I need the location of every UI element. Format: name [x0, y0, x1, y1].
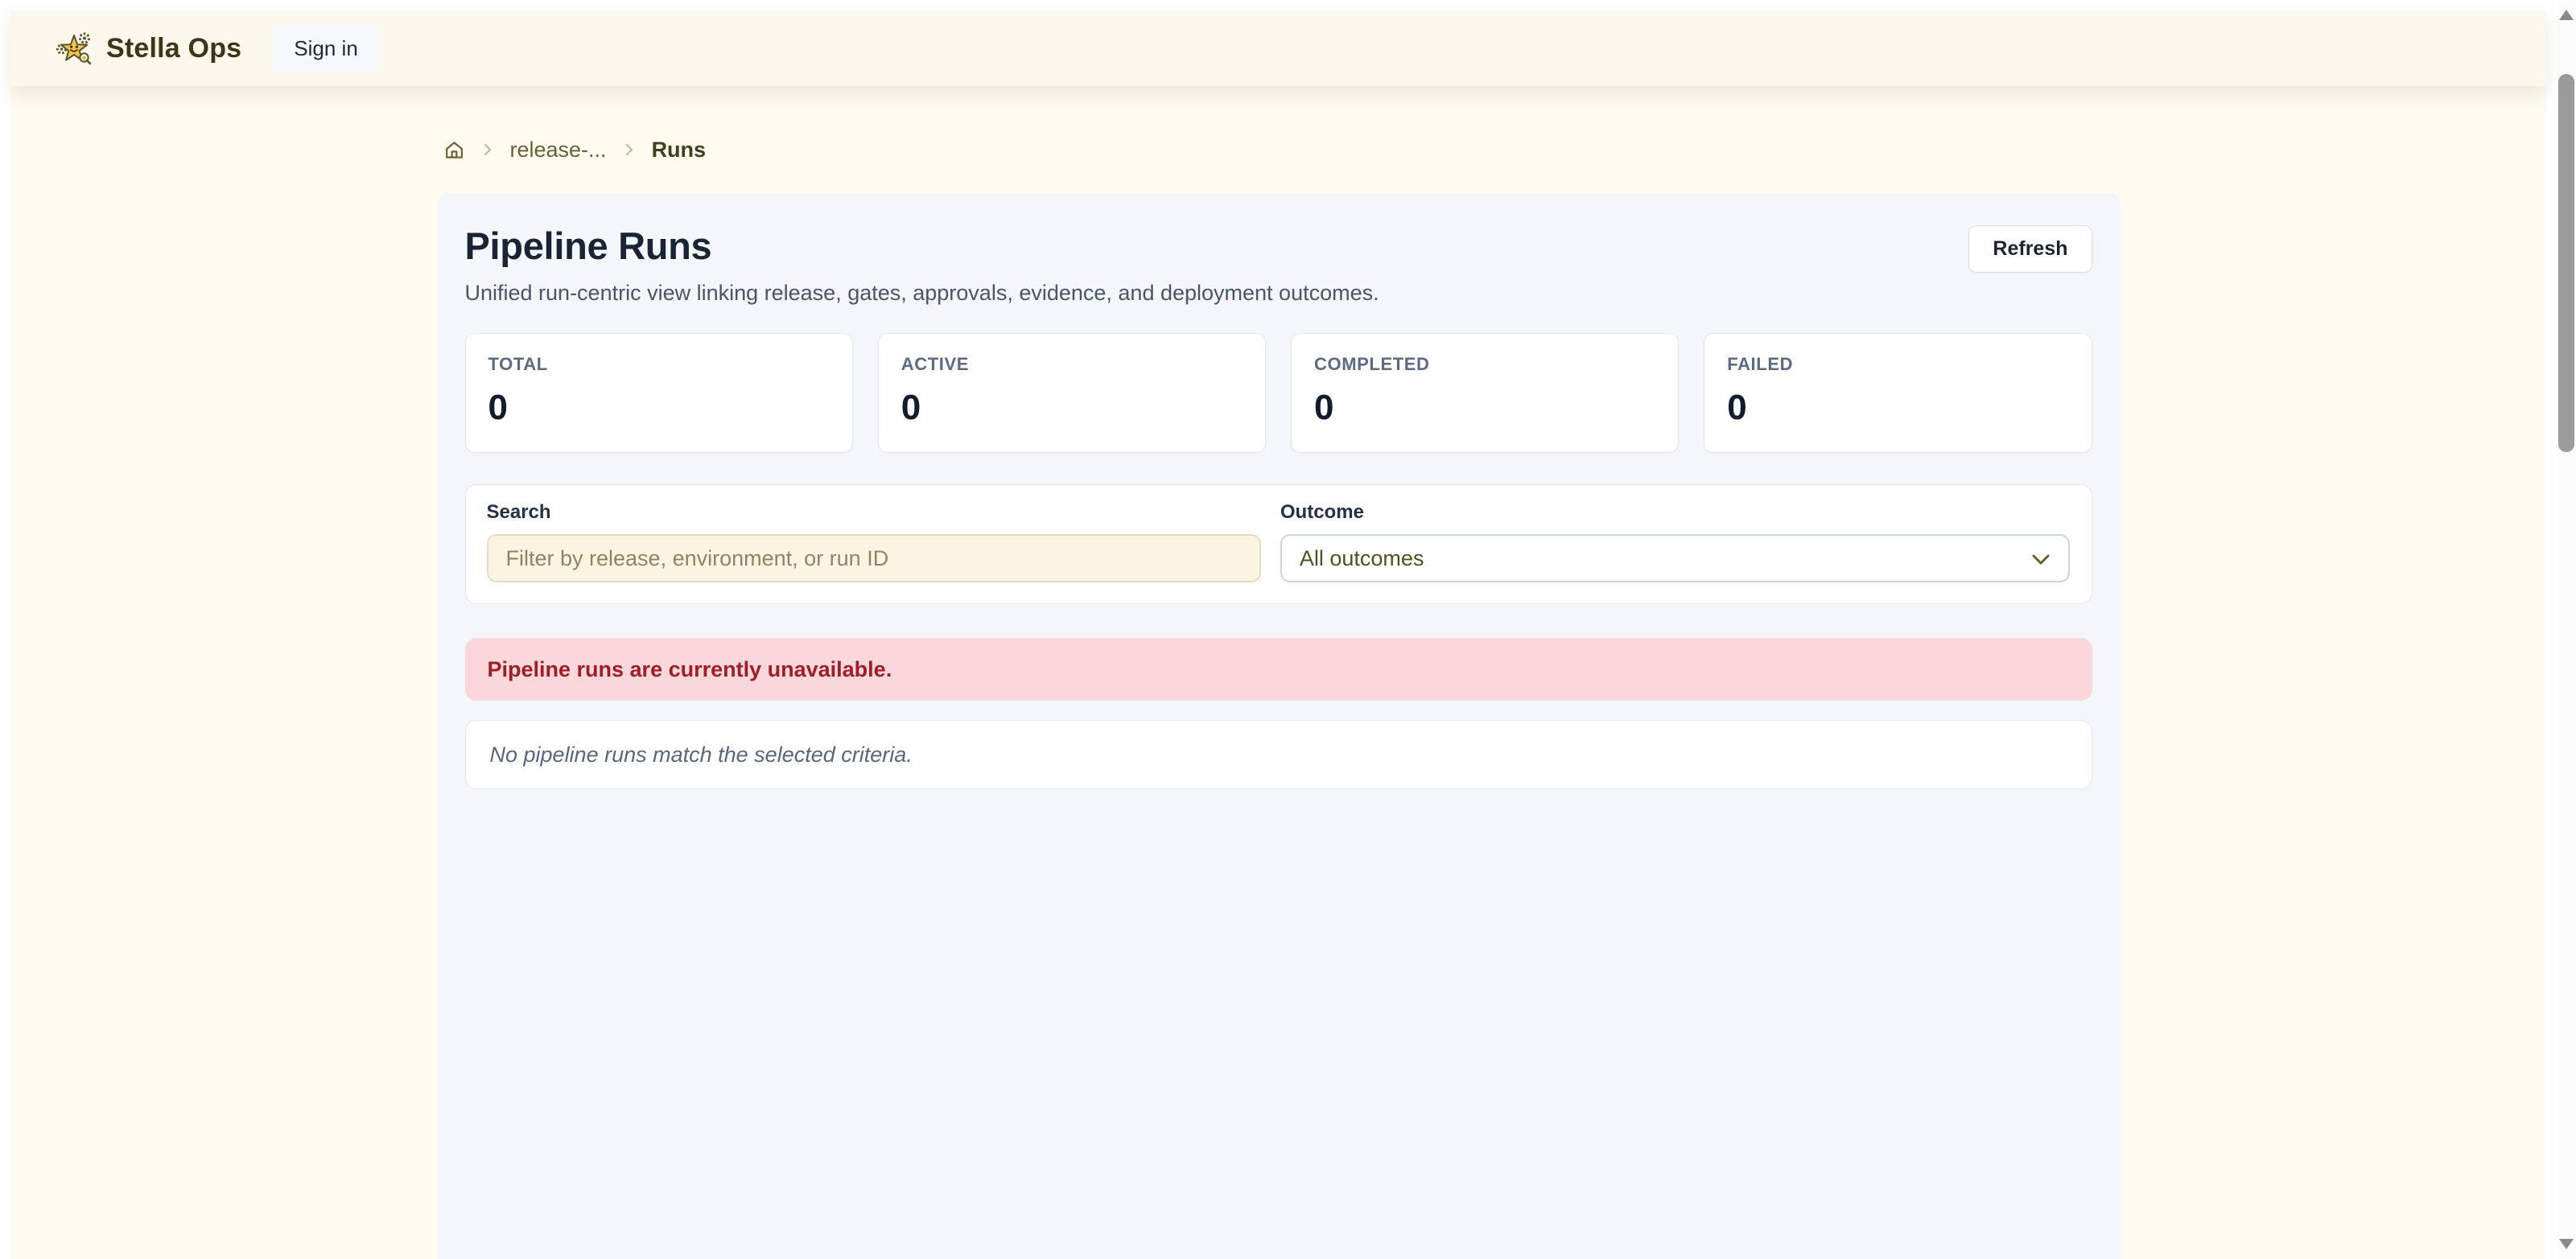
- home-icon[interactable]: [443, 139, 465, 161]
- stat-card-completed: COMPLETED 0: [1291, 333, 1679, 453]
- empty-state-text: No pipeline runs match the selected crit…: [490, 743, 913, 767]
- stat-value: 0: [901, 388, 1243, 428]
- stat-card-failed: FAILED 0: [1704, 333, 2092, 453]
- error-banner-text: Pipeline runs are currently unavailable.: [488, 657, 892, 682]
- chevron-right-icon: [482, 139, 493, 160]
- stat-label: TOTAL: [488, 354, 830, 375]
- scrollbar-thumb[interactable]: [2558, 74, 2574, 452]
- brand-title: Stella Ops: [106, 33, 241, 64]
- stat-label: ACTIVE: [901, 354, 1243, 375]
- filters-card: Search Outcome All outcomes: [465, 484, 2092, 604]
- empty-state-card: No pipeline runs match the selected crit…: [465, 720, 2092, 789]
- stat-card-active: ACTIVE 0: [878, 333, 1266, 453]
- outcome-field-group: Outcome All outcomes: [1280, 501, 2071, 582]
- page-title: Pipeline Runs: [465, 224, 1379, 268]
- stat-value: 0: [488, 388, 830, 428]
- stella-ops-logo-icon: [55, 29, 93, 68]
- top-bar: Stella Ops Sign in: [10, 10, 2546, 86]
- pipeline-runs-panel: Pipeline Runs Unified run-centric view l…: [437, 193, 2121, 1259]
- page-body: Stella Ops Sign in release-...: [10, 10, 2546, 1259]
- stat-value: 0: [1727, 388, 2068, 428]
- outcome-label: Outcome: [1280, 501, 2071, 524]
- chevron-right-icon: [624, 139, 635, 160]
- stat-label: COMPLETED: [1314, 354, 1655, 375]
- vertical-scrollbar[interactable]: [2557, 0, 2576, 1259]
- stat-label: FAILED: [1727, 354, 2068, 375]
- page-subtitle: Unified run-centric view linking release…: [465, 281, 1379, 306]
- scrollbar-up-arrow-icon[interactable]: [2559, 10, 2574, 20]
- panel-header: Pipeline Runs Unified run-centric view l…: [465, 224, 2092, 306]
- search-field-group: Search: [487, 501, 1261, 582]
- refresh-button[interactable]: Refresh: [1968, 225, 2092, 273]
- outcome-select[interactable]: All outcomes: [1280, 534, 2071, 582]
- stats-row: TOTAL 0 ACTIVE 0 COMPLETED 0 FAILED 0: [465, 333, 2092, 453]
- panel-title-block: Pipeline Runs Unified run-centric view l…: [465, 224, 1379, 306]
- breadcrumb-release-link[interactable]: release-...: [510, 138, 607, 163]
- browser-viewport: Stella Ops Sign in release-...: [0, 0, 2576, 1259]
- error-banner: Pipeline runs are currently unavailable.: [465, 638, 2092, 701]
- outcome-select-wrap: All outcomes: [1280, 534, 2071, 582]
- content-column: release-... Runs Pipeline Runs Unified r…: [437, 86, 2121, 1259]
- breadcrumb: release-... Runs: [437, 133, 2121, 167]
- sign-in-button[interactable]: Sign in: [272, 25, 380, 72]
- search-input[interactable]: [487, 534, 1261, 582]
- search-label: Search: [487, 501, 1261, 524]
- stat-card-total: TOTAL 0: [465, 333, 853, 453]
- breadcrumb-current: Runs: [652, 138, 707, 163]
- scrollbar-down-arrow-icon[interactable]: [2559, 1239, 2574, 1249]
- stat-value: 0: [1314, 388, 1655, 428]
